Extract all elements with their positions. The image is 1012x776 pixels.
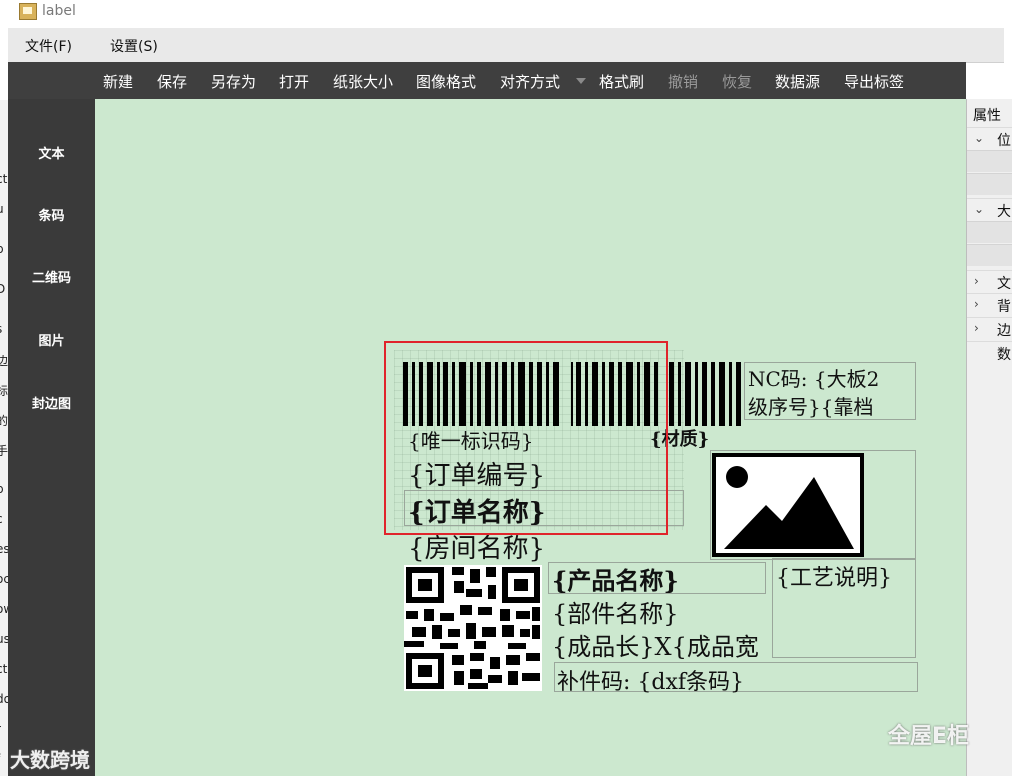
image-format-button[interactable]: 图像格式 [416,71,476,92]
background-window-edge: ct u p D s 边 标 的 手 p c es oc ow us ct do… [0,100,8,776]
process-note-field[interactable]: {工艺说明} [776,560,892,592]
tool-barcode[interactable]: 条码 [8,205,95,224]
prop-section-position[interactable]: ⌄ 位 [967,127,1012,149]
product-name-field[interactable]: {产品名称} [552,561,679,596]
strip-text: 手 [0,444,8,458]
toolbar: 新建 保存 另存为 打开 纸张大小 图像格式 对齐方式 格式刷 撤销 恢复 数据… [8,62,966,99]
chevron-down-icon: ⌄ [974,202,985,216]
strip-text: c [0,512,3,526]
strip-text: D [0,282,6,296]
tool-panel: 文本 条码 二维码 图片 封边图 [8,99,95,776]
strip-text: p [0,482,4,496]
strip-text: ow [0,602,8,616]
part-name-field[interactable]: {部件名称} [552,594,679,629]
menu-file[interactable]: 文件(F) [25,36,72,56]
prop-section-label: 位 [997,133,1011,149]
strip-text: es [0,542,8,556]
align-dropdown[interactable]: 对齐方式 [500,71,560,92]
save-button[interactable]: 保存 [157,71,187,92]
strip-text: r [0,722,1,736]
watermark-left: 大数跨境 [10,748,90,772]
strip-text: p [0,242,4,256]
prop-blank-row [967,221,1012,243]
selection-highlight-box [384,341,668,535]
menu-settings[interactable]: 设置(S) [110,36,158,56]
save-as-button[interactable]: 另存为 [211,71,256,92]
prop-section-data[interactable]: 数 [967,341,1012,363]
tool-text[interactable]: 文本 [8,143,95,162]
prop-section-label: 边 [997,323,1011,339]
prop-section-size[interactable]: ⌄ 大 [967,198,1012,220]
export-label-button[interactable]: 导出标签 [844,71,904,92]
prop-blank-row [967,173,1012,195]
strip-text: 的 [0,414,8,428]
qr-code-icon[interactable] [404,565,542,691]
datasource-button[interactable]: 数据源 [775,71,820,92]
nc-code-text-1[interactable]: NC码: {大板2 [748,363,879,392]
label-app-icon [19,3,37,20]
tool-edge-image[interactable]: 封边图 [8,393,95,412]
strip-text: u [0,202,4,216]
nc-code-text-2[interactable]: 级序号}{靠档 [748,391,873,420]
strip-text: do [0,692,8,706]
prop-section-label: 数 [997,347,1011,363]
prop-section-background[interactable]: › 背 [967,293,1012,315]
undo-button[interactable]: 撤销 [668,71,698,92]
chevron-right-icon: › [974,321,979,335]
properties-title: 属性 [973,108,1001,124]
paper-size-button[interactable]: 纸张大小 [333,71,393,92]
strip-text: oc [0,572,8,586]
strip-text: 标 [0,384,8,398]
image-placeholder-icon[interactable] [712,453,864,557]
patch-code-field[interactable]: 补件码: {dxf条码} [557,664,744,696]
tool-qrcode[interactable]: 二维码 [8,267,95,286]
window-title: label [42,3,76,19]
watermark-right: 全屋E柜 [888,724,970,749]
format-brush-button[interactable]: 格式刷 [599,71,644,92]
prop-section-label: 文 [997,276,1011,292]
strip-text: ct [0,662,8,676]
prop-blank-row [967,244,1012,266]
title-bar: label [0,0,1012,28]
properties-panel: 属性 ⌄ 位 ⌄ 大 › 文 › 背 › 边 数 [966,99,1012,776]
tool-image[interactable]: 图片 [8,330,95,349]
chevron-right-icon: › [974,274,979,288]
strip-text: 边 [0,354,8,368]
size-field[interactable]: {成品长}X{成品宽 [552,627,759,662]
prop-section-label: 背 [997,299,1011,315]
menu-bar: 文件(F) 设置(S) [8,28,1004,63]
strip-text: s [0,322,2,336]
open-button[interactable]: 打开 [279,71,309,92]
prop-section-label: 大 [997,204,1011,220]
prop-section-border[interactable]: › 边 [967,317,1012,339]
chevron-down-icon[interactable] [576,78,586,84]
strip-text: ct [0,172,8,186]
new-button[interactable]: 新建 [103,71,133,92]
strip-text: us [0,632,8,646]
prop-blank-row [967,150,1012,172]
redo-button[interactable]: 恢复 [722,71,752,92]
chevron-down-icon: ⌄ [974,131,985,145]
chevron-right-icon: › [974,297,979,311]
prop-section-text[interactable]: › 文 [967,270,1012,292]
